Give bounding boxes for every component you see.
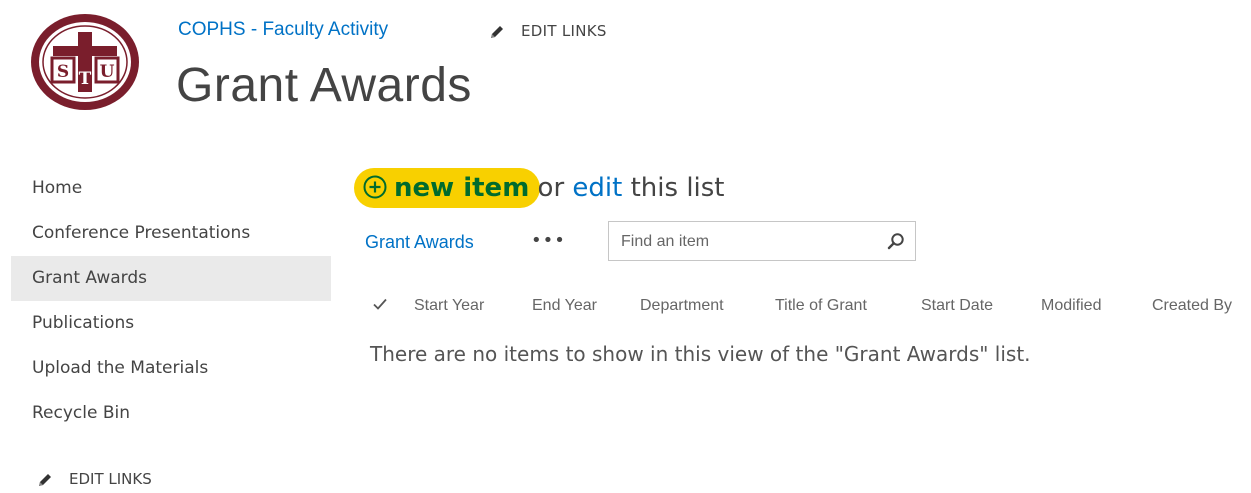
- column-header-modified[interactable]: Modified: [1041, 297, 1101, 315]
- edit-links-top-button[interactable]: EDIT LINKS: [489, 22, 607, 40]
- column-header-end-year[interactable]: End Year: [532, 297, 597, 315]
- column-header-title-of-grant[interactable]: Title of Grant: [775, 297, 867, 315]
- select-all-checkmark-icon[interactable]: [372, 296, 388, 312]
- edit-links-label: EDIT LINKS: [69, 470, 152, 488]
- nav-item-recycle-bin[interactable]: Recycle Bin: [11, 391, 331, 436]
- column-header-start-year[interactable]: Start Year: [414, 297, 484, 315]
- nav-item-grant-awards[interactable]: Grant Awards: [11, 256, 331, 301]
- nav-item-home[interactable]: Home: [11, 166, 331, 211]
- this-list-text: this list: [630, 173, 725, 203]
- search-box: [608, 221, 916, 261]
- site-title-link[interactable]: COPHS - Faculty Activity: [178, 19, 388, 41]
- pencil-icon: [491, 25, 503, 38]
- search-icon[interactable]: [887, 232, 905, 250]
- more-views-ellipsis-button[interactable]: •••: [531, 230, 566, 251]
- column-header-created-by[interactable]: Created By: [1152, 297, 1232, 315]
- nav-item-upload-materials[interactable]: Upload the Materials: [11, 346, 331, 391]
- nav-item-publications[interactable]: Publications: [11, 301, 331, 346]
- pencil-icon: [39, 473, 51, 486]
- empty-list-message: There are no items to show in this view …: [370, 342, 1031, 366]
- column-header-start-date[interactable]: Start Date: [921, 297, 993, 315]
- nav-item-conference-presentations[interactable]: Conference Presentations: [11, 211, 331, 256]
- column-header-department[interactable]: Department: [640, 297, 724, 315]
- logo-letter-u: U: [100, 62, 115, 82]
- page-title: Grant Awards: [176, 59, 472, 112]
- plus-circle-icon[interactable]: [363, 175, 387, 199]
- logo-letter-t: T: [79, 69, 92, 89]
- edit-links-nav-button[interactable]: EDIT LINKS: [37, 470, 152, 488]
- or-text: or: [537, 173, 565, 203]
- new-item-row: new item or edit this list: [363, 170, 725, 206]
- new-item-link[interactable]: new item: [394, 173, 529, 203]
- university-seal-logo[interactable]: S T U: [28, 12, 142, 112]
- edit-list-link[interactable]: edit: [572, 173, 622, 203]
- view-selector-grant-awards[interactable]: Grant Awards: [365, 232, 474, 253]
- search-input[interactable]: [619, 230, 873, 254]
- edit-links-label: EDIT LINKS: [521, 22, 607, 40]
- logo-letter-s: S: [57, 62, 69, 82]
